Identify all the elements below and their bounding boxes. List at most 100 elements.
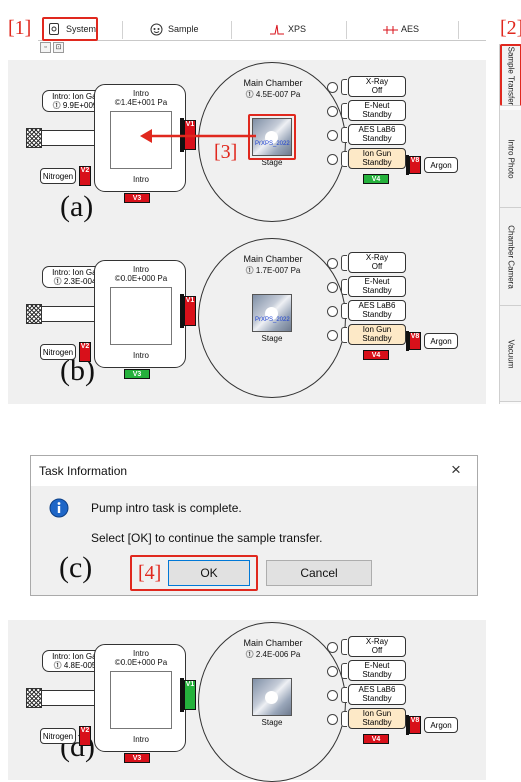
source-indicator[interactable] xyxy=(327,154,338,165)
source-bracket xyxy=(341,303,347,319)
source-status: Standby xyxy=(362,718,392,727)
nitrogen-button[interactable]: Nitrogen xyxy=(40,168,76,184)
source-indicator[interactable] xyxy=(327,666,338,677)
source-ion-gun[interactable]: Ion Gun Standby xyxy=(348,148,406,169)
valve-v1[interactable]: V1 xyxy=(184,296,196,326)
main-chamber-value: ⓵ 2.4E-006 Pa xyxy=(245,650,301,659)
argon-button[interactable]: Argon xyxy=(424,157,458,173)
main-chamber-title: Main Chamber xyxy=(243,638,303,648)
valve-v8[interactable]: V8 xyxy=(409,716,421,734)
source-status: Off xyxy=(371,646,383,655)
main-chamber-title: Main Chamber xyxy=(243,78,303,88)
valve-v2[interactable]: V2 xyxy=(79,726,91,746)
source-aes-lab6[interactable]: AES LaB6 Standby xyxy=(348,124,406,145)
minimize-icon[interactable]: ▫ xyxy=(40,42,51,53)
source-indicator[interactable] xyxy=(327,642,338,653)
source-indicator[interactable] xyxy=(327,330,338,341)
source-indicator[interactable] xyxy=(327,690,338,701)
intro-value: ©0.0E+000 Pa xyxy=(114,274,168,283)
intro-reading: 0.0E+000 Pa xyxy=(120,274,168,283)
sample-icon xyxy=(150,23,163,36)
valve-v8[interactable]: V8 xyxy=(409,156,421,174)
cancel-button[interactable]: Cancel xyxy=(266,560,372,586)
valve-v8[interactable]: V8 xyxy=(409,332,421,350)
source-eneut[interactable]: E-Neut Standby xyxy=(348,660,406,681)
intro-sample-window xyxy=(110,287,172,345)
source-indicator[interactable] xyxy=(327,714,338,725)
side-tab-vacuum[interactable]: Vacuum xyxy=(500,306,521,402)
side-tab-chamber-camera[interactable]: Chamber Camera xyxy=(500,208,521,306)
main-chamber-reading: 1.7E-007 Pa xyxy=(255,266,301,275)
valve-v1-cap xyxy=(180,678,184,712)
source-bracket xyxy=(341,127,347,143)
source-status: Standby xyxy=(362,334,392,343)
intro-label: Intro xyxy=(132,175,149,184)
intro-chamber: Intro ©0.0E+000 Pa Intro xyxy=(94,260,186,368)
source-bracket xyxy=(341,663,347,679)
source-name: AES LaB6 xyxy=(358,301,396,310)
source-aes-lab6[interactable]: AES LaB6 Standby xyxy=(348,300,406,321)
source-status: Standby xyxy=(362,286,392,295)
tab-aes[interactable]: AES xyxy=(383,17,443,41)
valve-v4[interactable]: V4 xyxy=(363,174,389,184)
tab-xps[interactable]: XPS xyxy=(270,17,330,41)
source-indicator[interactable] xyxy=(327,282,338,293)
nitrogen-button[interactable]: Nitrogen xyxy=(40,728,76,744)
valve-v1[interactable]: V1 xyxy=(184,680,196,710)
tab-system[interactable]: System xyxy=(42,17,98,41)
stage-image: PrXPS_2022 xyxy=(252,294,292,332)
aes-icon xyxy=(383,23,398,36)
argon-button[interactable]: Argon xyxy=(424,717,458,733)
source-indicator[interactable] xyxy=(327,130,338,141)
source-indicator[interactable] xyxy=(327,82,338,93)
intro-chamber: Intro ©0.0E+000 Pa Intro xyxy=(94,644,186,752)
system-icon xyxy=(48,22,61,36)
valve-v3[interactable]: V3 xyxy=(124,193,150,203)
valve-v2[interactable]: V2 xyxy=(79,166,91,186)
figure-label: (a) xyxy=(60,190,94,223)
ok-button[interactable]: OK xyxy=(168,560,250,586)
stage-label: Stage xyxy=(261,718,283,727)
source-indicator[interactable] xyxy=(327,258,338,269)
source-bracket xyxy=(341,639,347,655)
source-eneut[interactable]: E-Neut Standby xyxy=(348,276,406,297)
dialog-message: Pump intro task is complete. xyxy=(91,501,242,515)
tab-sample[interactable]: Sample xyxy=(150,17,220,41)
dialog-title: Task Information xyxy=(39,464,128,478)
nitrogen-button[interactable]: Nitrogen xyxy=(40,344,76,360)
valve-v4[interactable]: V4 xyxy=(363,734,389,744)
tab-sample-label: Sample xyxy=(168,24,199,34)
intro-value: ©0.0E+000 Pa xyxy=(114,658,168,667)
valve-v4[interactable]: V4 xyxy=(363,350,389,360)
source-name: X-Ray xyxy=(365,77,389,86)
argon-button[interactable]: Argon xyxy=(424,333,458,349)
side-tab-intro-photo[interactable]: Intro Photo xyxy=(500,110,521,208)
side-tab-bar: Sample Transfer Intro Photo Chamber Came… xyxy=(499,44,521,404)
stage-image-caption: PrXPS_2022 xyxy=(255,317,290,323)
source-ion-gun[interactable]: Ion Gun Standby xyxy=(348,324,406,345)
source-name: E-Neut xyxy=(364,101,390,110)
window-icon[interactable]: ⊡ xyxy=(53,42,64,53)
valve-v3[interactable]: V3 xyxy=(124,369,150,379)
valve-v3[interactable]: V3 xyxy=(124,753,150,763)
source-xray[interactable]: X-Ray Off xyxy=(348,252,406,273)
source-indicator[interactable] xyxy=(327,306,338,317)
source-xray[interactable]: X-Ray Off xyxy=(348,636,406,657)
source-bracket xyxy=(341,687,347,703)
system-panel: (d) Intro: Ion Gauge ⓵ 4.8E-005 Pa Nitro… xyxy=(8,620,486,782)
side-tab-label: Intro Photo xyxy=(506,138,516,179)
source-xray[interactable]: X-Ray Off xyxy=(348,76,406,97)
source-ion-gun[interactable]: Ion Gun Standby xyxy=(348,708,406,729)
source-indicator[interactable] xyxy=(327,106,338,117)
sample-spot xyxy=(265,691,278,704)
source-name: X-Ray xyxy=(365,637,389,646)
main-chamber-reading: 2.4E-006 Pa xyxy=(255,650,301,659)
source-aes-lab6[interactable]: AES LaB6 Standby xyxy=(348,684,406,705)
valve-v2[interactable]: V2 xyxy=(79,342,91,362)
source-eneut[interactable]: E-Neut Standby xyxy=(348,100,406,121)
close-icon[interactable]: × xyxy=(451,460,461,480)
load-lock-hatch xyxy=(26,688,42,708)
source-bracket xyxy=(341,103,347,119)
intro-reading: 0.0E+000 Pa xyxy=(120,658,168,667)
side-tab-sample-transfer[interactable]: Sample Transfer xyxy=(500,44,521,106)
